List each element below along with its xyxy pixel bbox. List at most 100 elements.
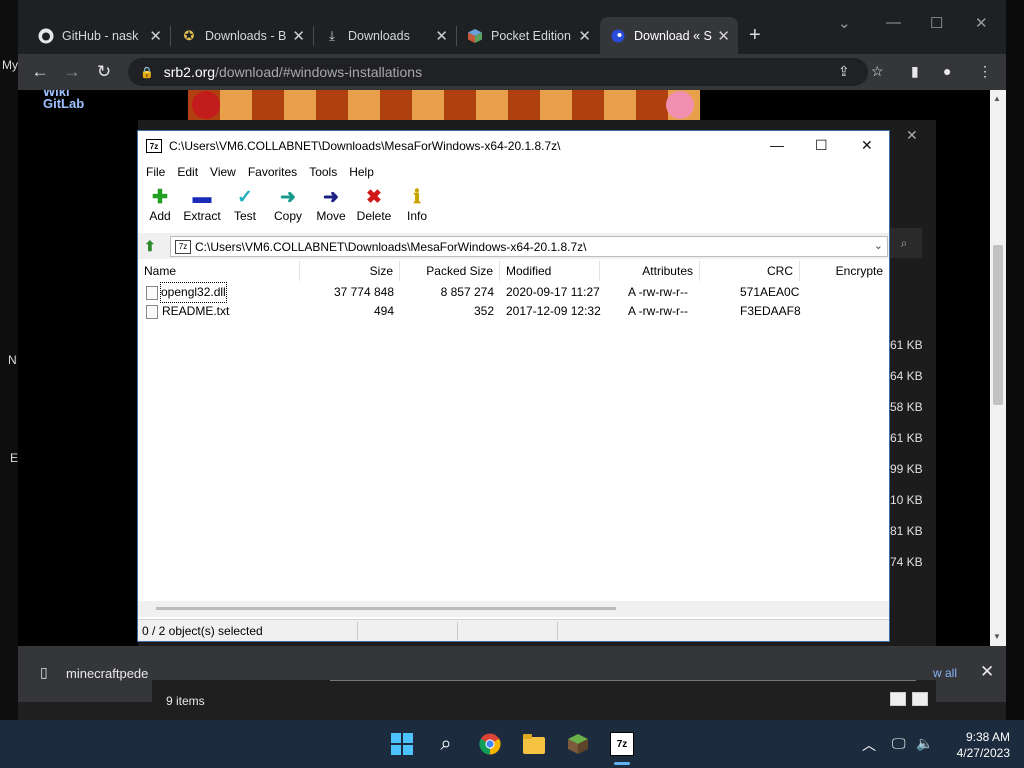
menu-kebab-icon[interactable]: ⋮ xyxy=(978,63,992,80)
download-icon: ⤓ xyxy=(329,27,335,43)
date: 4/27/2023 xyxy=(956,746,1010,760)
maximize-button[interactable]: ☐ xyxy=(930,14,943,32)
tab-title: GitHub - nask xyxy=(62,28,139,43)
tiles-view-icon[interactable] xyxy=(912,692,928,706)
path-combobox[interactable]: 7z C:\Users\VM6.COLLABNET\Downloads\Mesa… xyxy=(170,236,888,257)
column-header-name[interactable]: Name xyxy=(138,261,300,281)
test-label: Test xyxy=(233,209,256,223)
table-row[interactable]: README.txt 494 352 2017-12-09 12:32 A -r… xyxy=(138,302,889,321)
download-item-name[interactable]: minecraftpede xyxy=(66,666,148,681)
menu-view[interactable]: View xyxy=(210,165,236,179)
file-explorer-icon[interactable] xyxy=(522,732,546,756)
chrome-icon[interactable] xyxy=(478,732,502,756)
page-scrollbar[interactable]: ▲ ▼ xyxy=(990,90,1006,646)
tab-srb2-downloads[interactable]: ✪ Downloads - B ✕ xyxy=(171,17,313,54)
taskbar: ⌕ 7z ︿ 🖵 🔈 9:38 AM 4/27/2023 xyxy=(0,720,1024,768)
scroll-up-arrow[interactable]: ▲ xyxy=(993,94,1001,103)
table-row[interactable]: opengl32.dll 37 774 848 8 857 274 2020-0… xyxy=(138,282,889,303)
path-text: C:\Users\VM6.COLLABNET\Downloads\MesaFor… xyxy=(195,239,587,254)
chevron-down-icon[interactable]: ⌄ xyxy=(874,239,883,252)
attributes: A -rw-rw-r-- xyxy=(628,304,688,318)
plus-icon: ✚ xyxy=(152,187,168,208)
minimize-button[interactable]: — xyxy=(770,137,784,153)
close-tab-icon[interactable]: ✕ xyxy=(578,27,591,45)
column-header-encrypted[interactable]: Encrypte xyxy=(800,261,889,281)
add-button[interactable]: ✚ Add xyxy=(138,187,182,223)
tab-strip: GitHub - nask ✕ ✪ Downloads - B ✕ ⤓ Down… xyxy=(18,0,1006,54)
delete-button[interactable]: ✖ Delete xyxy=(352,187,396,223)
7zip-window: 7z C:\Users\VM6.COLLABNET\Downloads\Mesa… xyxy=(137,130,890,642)
tab-search-icon[interactable]: ⌄ xyxy=(838,14,851,32)
up-folder-icon[interactable]: ⬆ xyxy=(144,238,160,254)
extract-button[interactable]: ▬ Extract xyxy=(180,187,224,223)
status-separator xyxy=(457,622,458,640)
scrollbar-thumb[interactable] xyxy=(156,607,616,610)
file-size: 61 KB xyxy=(890,431,923,445)
close-tab-icon[interactable]: ✕ xyxy=(717,27,730,45)
close-window-button[interactable]: ✕ xyxy=(975,14,988,32)
horizontal-scrollbar[interactable] xyxy=(138,601,889,617)
close-tab-icon[interactable]: ✕ xyxy=(149,27,162,45)
reload-button[interactable]: ↻ xyxy=(92,60,116,84)
menu-file[interactable]: File xyxy=(146,165,165,179)
address-bar[interactable]: 🔒 srb2.org/download/#windows-installatio… xyxy=(128,58,868,86)
lock-icon: 🔒 xyxy=(140,66,154,79)
details-view-icon[interactable] xyxy=(890,692,906,706)
side-panel-icon[interactable]: ▮ xyxy=(911,63,919,80)
test-button[interactable]: ✓ Test xyxy=(223,187,267,223)
search-icon[interactable]: ⌕ xyxy=(886,228,922,258)
back-button[interactable]: ← xyxy=(28,60,52,84)
column-header-crc[interactable]: CRC xyxy=(700,261,800,281)
new-tab-button[interactable]: + xyxy=(749,24,761,47)
gitlab-link[interactable]: GitLab xyxy=(43,96,84,111)
dll-file-icon xyxy=(146,286,158,300)
column-header-size[interactable]: Size xyxy=(300,261,400,281)
show-hidden-icons-chevron-icon[interactable]: ︿ xyxy=(862,735,876,755)
status-separator xyxy=(557,622,558,640)
scroll-down-arrow[interactable]: ▼ xyxy=(993,632,1001,641)
start-windows-icon[interactable] xyxy=(390,732,414,756)
tab-downloads[interactable]: ⤓ Downloads ✕ xyxy=(314,17,456,54)
column-header-attributes[interactable]: Attributes xyxy=(600,261,700,281)
move-button[interactable]: ➜ Move xyxy=(309,187,353,223)
7zip-taskbar-icon[interactable]: 7z xyxy=(610,732,634,756)
bookmark-star-icon[interactable]: ☆ xyxy=(871,63,884,80)
status-bar: 0 / 2 object(s) selected xyxy=(138,619,889,641)
column-header-packed-size[interactable]: Packed Size xyxy=(400,261,500,281)
address-row: ⬆ 7z C:\Users\VM6.COLLABNET\Downloads\Me… xyxy=(138,233,889,259)
close-tab-icon[interactable]: ✕ xyxy=(435,27,448,45)
info-button[interactable]: ℹ Info xyxy=(395,187,439,223)
minimize-button[interactable]: — xyxy=(886,14,901,31)
clock[interactable]: 9:38 AM 4/27/2023 xyxy=(944,729,1010,761)
column-header-modified[interactable]: Modified xyxy=(500,261,600,281)
menu-favorites[interactable]: Favorites xyxy=(248,165,297,179)
show-all-link[interactable]: w all xyxy=(933,666,957,680)
close-tab-icon[interactable]: ✕ xyxy=(292,27,305,45)
volume-icon[interactable]: 🔈 xyxy=(916,735,933,752)
close-icon[interactable]: ✕ xyxy=(906,127,918,144)
forward-button[interactable]: → xyxy=(60,60,84,84)
close-download-bar-icon[interactable]: ✕ xyxy=(980,662,994,682)
copy-label: Copy xyxy=(273,209,302,223)
copy-button[interactable]: ➜ Copy xyxy=(266,187,310,223)
menu-help[interactable]: Help xyxy=(349,165,374,179)
minecraft-icon[interactable] xyxy=(566,732,590,756)
tab-pocket-edition[interactable]: Pocket Edition ✕ xyxy=(457,17,599,54)
maximize-button[interactable]: ☐ xyxy=(815,137,828,154)
network-icon[interactable]: 🖵 xyxy=(892,735,906,752)
archive-icon: 7z xyxy=(175,239,191,254)
tab-github[interactable]: GitHub - nask ✕ xyxy=(28,17,170,54)
menu-tools[interactable]: Tools xyxy=(309,165,337,179)
scrollbar-thumb[interactable] xyxy=(993,245,1003,405)
info-icon: ℹ xyxy=(413,187,421,208)
close-button[interactable]: ✕ xyxy=(861,137,873,154)
file-list: Name Size Packed Size Modified Attribute… xyxy=(138,261,889,601)
menu-edit[interactable]: Edit xyxy=(177,165,198,179)
amy-sprite xyxy=(666,91,694,119)
search-icon[interactable]: ⌕ xyxy=(434,732,458,756)
profile-icon[interactable]: ● xyxy=(943,63,951,79)
file-size: 58 KB xyxy=(890,400,923,414)
srb2-icon: ✪ xyxy=(183,27,195,43)
tab-sonic-download[interactable]: Download « S ✕ xyxy=(600,17,738,54)
share-icon[interactable]: ⇪ xyxy=(838,63,850,80)
